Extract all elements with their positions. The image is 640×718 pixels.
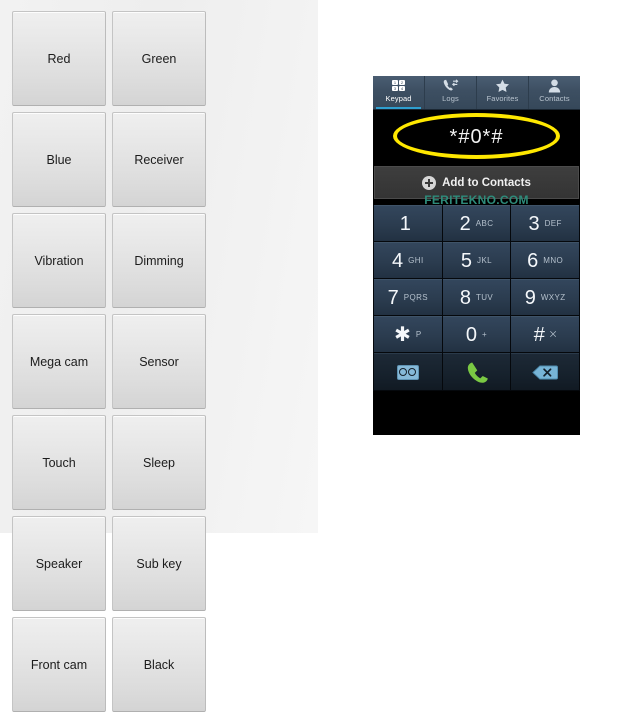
test-button-sleep[interactable]: Sleep <box>112 415 206 510</box>
test-button-sub-key[interactable]: Sub key <box>112 516 206 611</box>
tab-logs-label: Logs <box>442 94 459 103</box>
test-button-speaker[interactable]: Speaker <box>12 516 106 611</box>
dialed-number-display[interactable]: *#0*# <box>373 110 580 165</box>
backspace-button[interactable] <box>511 353 579 390</box>
call-log-icon <box>443 78 459 93</box>
test-button-label: Blue <box>46 152 72 167</box>
key-digit: 7 <box>387 286 399 309</box>
add-to-contacts-button[interactable]: Add to Contacts FERITEKNO.COM <box>374 166 579 207</box>
dialpad-key-5[interactable]: 5 JKL <box>442 242 511 278</box>
test-button-vibration[interactable]: Vibration <box>12 213 106 308</box>
key-letters: MNO <box>543 255 564 265</box>
test-button-sensor[interactable]: Sensor <box>112 314 206 409</box>
key-letters: PQRS <box>403 292 429 302</box>
test-button-green[interactable]: Green <box>112 11 206 106</box>
dialpad-key-4[interactable]: 4 GHI <box>374 242 442 278</box>
key-digit: # <box>533 323 545 346</box>
key-digit: 6 <box>527 249 539 272</box>
key-digit: 9 <box>524 286 536 309</box>
test-button-label: Sensor <box>139 354 179 369</box>
keypad-icon-cell: 4 <box>399 86 405 91</box>
dialpad-key-0[interactable]: 0 + <box>442 316 511 352</box>
test-button-label: Touch <box>42 455 76 470</box>
key-letters: P <box>415 329 422 339</box>
star-icon <box>495 78 510 93</box>
tab-keypad[interactable]: 1 2 3 4 Keypad <box>373 76 425 109</box>
dialpad-key-6[interactable]: 6 MNO <box>511 242 579 278</box>
add-to-contacts-label: Add to Contacts <box>442 176 531 189</box>
test-button-label: Black <box>143 657 175 672</box>
dialed-number-text: *#0*# <box>449 126 504 148</box>
test-button-label: Speaker <box>35 556 83 571</box>
keypad-icon-cell: 2 <box>399 80 405 85</box>
key-letters: + <box>482 329 488 339</box>
key-letters: ⨉ <box>549 329 557 339</box>
voicemail-icon <box>396 364 419 380</box>
dialpad-key-2[interactable]: 2 ABC <box>442 205 511 241</box>
dialpad-key-7[interactable]: 7 PQRS <box>374 279 442 315</box>
person-icon <box>548 78 561 93</box>
test-button-label: Mega cam <box>29 354 89 369</box>
test-button-label: Sub key <box>136 556 182 571</box>
key-letters: TUV <box>475 292 494 302</box>
phone-handset-icon <box>465 361 488 384</box>
dialpad-key-3[interactable]: 3 DEF <box>511 205 579 241</box>
test-button-label: Green <box>141 51 177 66</box>
test-button-mega-cam[interactable]: Mega cam <box>12 314 106 409</box>
dialpad-key-1[interactable]: 1 <box>374 205 442 241</box>
test-button-receiver[interactable]: Receiver <box>112 112 206 207</box>
test-button-label: Receiver <box>134 152 184 167</box>
key-letters: JKL <box>477 255 493 265</box>
test-grid: Red Green Blue Receiver Vibration Dimmin… <box>12 11 308 718</box>
call-button[interactable] <box>442 353 511 390</box>
tab-favorites[interactable]: Favorites <box>477 76 529 109</box>
key-letters: DEF <box>544 218 562 228</box>
test-button-dimming[interactable]: Dimming <box>112 213 206 308</box>
key-digit: 3 <box>528 212 540 235</box>
dialpad: 1 2 ABC 3 DEF 4 GHI 5 JKL 6 MNO 7 PQRS 8 <box>373 205 580 391</box>
test-button-blue[interactable]: Blue <box>12 112 106 207</box>
key-digit: 0 <box>465 323 478 346</box>
plus-circle-icon <box>422 175 437 190</box>
test-button-label: Sleep <box>143 455 175 470</box>
service-mode-panel: Red Green Blue Receiver Vibration Dimmin… <box>0 0 318 712</box>
key-digit: 8 <box>459 286 471 309</box>
tab-contacts[interactable]: Contacts <box>529 76 580 109</box>
phone-dialer-screenshot: 1 2 3 4 Keypad Logs Favorites Contacts *… <box>373 76 580 435</box>
tab-favorites-label: Favorites <box>486 94 519 103</box>
dialpad-key-hash[interactable]: # ⨉ <box>511 316 579 352</box>
key-digit: 2 <box>459 212 471 235</box>
backspace-icon <box>532 365 559 380</box>
key-letters: GHI <box>408 255 424 265</box>
keypad-icon-cell: 3 <box>392 86 398 91</box>
test-button-label: Dimming <box>134 253 184 268</box>
dialpad-key-9[interactable]: 9 WXYZ <box>511 279 579 315</box>
test-button-front-cam[interactable]: Front cam <box>12 617 106 712</box>
dialpad-key-star[interactable]: ✱ P <box>374 316 442 352</box>
dialpad-key-8[interactable]: 8 TUV <box>442 279 511 315</box>
keypad-icon-cell: 1 <box>392 80 398 85</box>
key-letters: ABC <box>475 218 494 228</box>
key-letters: WXYZ <box>540 292 566 302</box>
key-digit: ✱ <box>394 323 411 346</box>
keypad-icon: 1 2 3 4 <box>392 78 405 93</box>
test-button-red[interactable]: Red <box>12 11 106 106</box>
test-button-black[interactable]: Black <box>112 617 206 712</box>
test-button-label: Front cam <box>30 657 88 672</box>
key-digit: 5 <box>460 249 473 272</box>
test-button-label: Vibration <box>34 253 84 268</box>
key-digit: 1 <box>399 212 411 235</box>
test-button-label: Red <box>47 51 71 66</box>
tab-contacts-label: Contacts <box>539 94 570 103</box>
tab-keypad-label: Keypad <box>385 94 412 103</box>
voicemail-button[interactable] <box>374 353 442 390</box>
key-digit: 4 <box>392 249 404 272</box>
test-button-touch[interactable]: Touch <box>12 415 106 510</box>
tab-logs[interactable]: Logs <box>425 76 477 109</box>
dialer-tab-bar: 1 2 3 4 Keypad Logs Favorites Contacts <box>373 76 580 110</box>
